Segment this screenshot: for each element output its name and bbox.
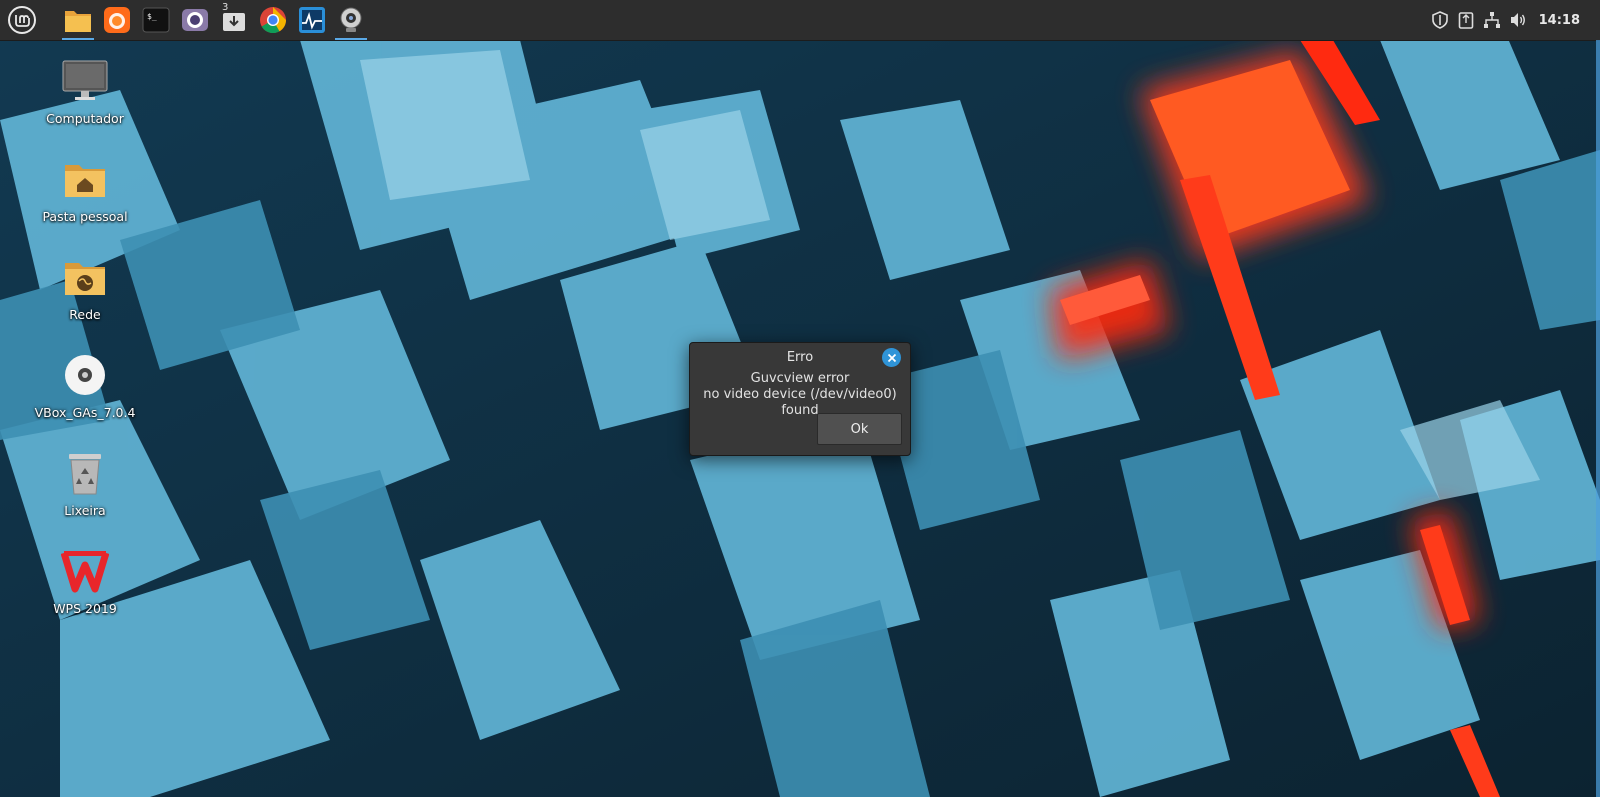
system-tray: 14:18	[1427, 0, 1600, 40]
screen-edge-highlight	[1596, 40, 1600, 797]
linux-mint-logo-icon	[8, 6, 36, 34]
terminal-icon: $_	[142, 7, 170, 33]
clipboard-icon	[1458, 12, 1473, 29]
desktop-icon-label: Computador	[46, 111, 124, 126]
desktop-icon-label: Lixeira	[64, 503, 106, 518]
desktop-icon-trash[interactable]: Lixeira	[20, 447, 150, 537]
network-tray-button[interactable]	[1479, 0, 1505, 40]
guvcview-launcher[interactable]	[333, 0, 369, 40]
firefox-launcher[interactable]	[99, 0, 135, 40]
dialog-titlebar[interactable]: Erro	[690, 343, 910, 371]
desktop-icon-label: WPS 2019	[53, 601, 117, 616]
top-panel: $_ 3 14:18	[0, 0, 1600, 41]
shield-icon	[1431, 11, 1448, 29]
desktop-icon-label: Rede	[69, 307, 101, 322]
wps-office-icon	[61, 551, 109, 593]
camera-app-icon	[182, 9, 208, 31]
trash-icon	[69, 454, 101, 495]
desktop-icon-vbox-disc[interactable]: VBox_GAs_7.0.4	[20, 349, 150, 439]
main-menu-button[interactable]	[0, 0, 44, 40]
firefox-icon	[104, 7, 130, 33]
desktop-icon-label: Pasta pessoal	[42, 209, 128, 224]
disc-icon	[65, 355, 105, 395]
desktop-icon-computer[interactable]: Computador	[20, 55, 150, 145]
monitor-icon	[62, 60, 108, 100]
chrome-launcher[interactable]	[255, 0, 291, 40]
ok-button[interactable]: Ok	[817, 413, 902, 445]
desktop-icon-label: VBox_GAs_7.0.4	[34, 405, 136, 420]
clock[interactable]: 14:18	[1539, 13, 1580, 28]
system-monitor-icon	[299, 7, 325, 33]
dialog-message: Guvcview error no video device (/dev/vid…	[690, 371, 910, 419]
desktop-icon-wps[interactable]: WPS 2019	[20, 545, 150, 635]
svg-text:$_: $_	[147, 12, 157, 21]
home-folder-icon	[65, 165, 105, 197]
clipboard-tray-button[interactable]	[1453, 0, 1479, 40]
security-tray-button[interactable]	[1427, 0, 1453, 40]
camera-app-launcher[interactable]	[177, 0, 213, 40]
terminal-launcher[interactable]: $_	[138, 0, 174, 40]
files-icon	[65, 11, 91, 32]
desktop-icon-home[interactable]: Pasta pessoal	[20, 153, 150, 243]
desktop-icon-network[interactable]: Rede	[20, 251, 150, 341]
network-folder-icon	[65, 263, 105, 295]
files-launcher[interactable]	[60, 0, 96, 40]
dialog-message-line1: Guvcview error	[750, 371, 850, 386]
close-icon	[887, 353, 896, 362]
dialog-title: Erro	[786, 349, 814, 365]
update-count-badge: 3	[222, 2, 229, 13]
chrome-icon	[260, 7, 287, 34]
update-manager-launcher[interactable]: 3	[216, 0, 252, 40]
guvcview-webcam-icon	[340, 7, 362, 32]
network-icon	[1483, 12, 1500, 28]
dialog-close-button[interactable]	[882, 348, 901, 367]
error-dialog: Erro Guvcview error no video device (/de…	[689, 342, 911, 456]
volume-icon	[1510, 13, 1525, 27]
system-monitor-launcher[interactable]	[294, 0, 330, 40]
volume-tray-button[interactable]	[1505, 0, 1531, 40]
